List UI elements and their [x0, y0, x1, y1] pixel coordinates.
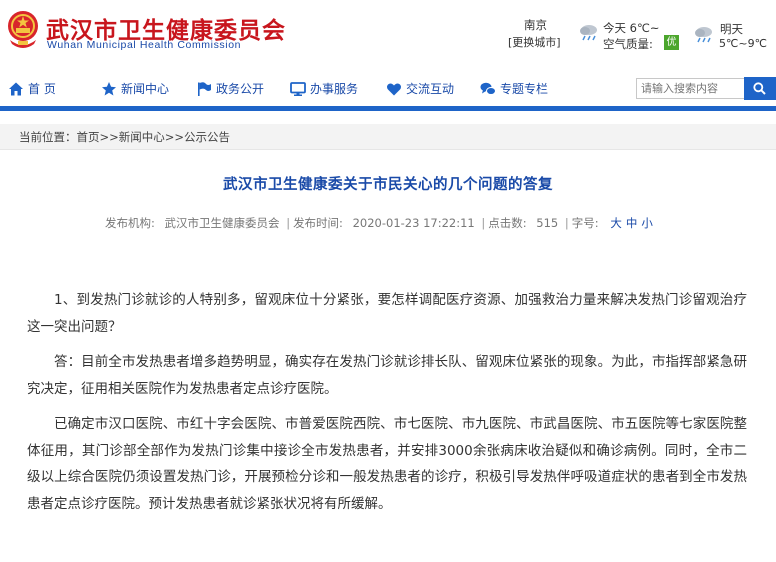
nav-item-label: 办事服务: [310, 82, 359, 96]
breadcrumb[interactable]: 当前位置：首页>>新闻中心>>公示公告: [0, 124, 776, 150]
article-body: 1、到发热门诊就诊的人特别多，留观床位十分紧张，要怎样调配医疗资源、加强救治力量…: [27, 287, 747, 526]
air-quality-badge: 优: [664, 35, 679, 50]
weather-today: 今天 6℃~: [603, 21, 660, 35]
flag-icon: [198, 82, 211, 96]
change-city-link[interactable]: [更换城市]: [508, 34, 561, 50]
font-size-small-link[interactable]: 小: [641, 216, 653, 230]
search-icon: [753, 82, 766, 95]
nav-item-news[interactable]: 新闻中心: [101, 75, 181, 103]
nav-divider: [0, 106, 776, 111]
time-value: 2020-01-23 17:22:11: [352, 216, 475, 230]
article-title: 武汉市卫生健康委关于市民关心的几个问题的答复: [223, 177, 553, 193]
font-size-label: 字号:: [571, 216, 599, 230]
nav-item-label: 首 页: [28, 82, 56, 96]
nav-item-interaction[interactable]: 交流互动: [386, 75, 466, 103]
nav-item-home[interactable]: 首 页: [8, 75, 68, 103]
nav-item-label: 新闻中心: [121, 82, 170, 96]
nav-item-services[interactable]: 办事服务: [290, 75, 370, 103]
nav-item-label: 政务公开: [216, 82, 265, 96]
publisher-label: 发布机构:: [105, 216, 155, 230]
site-header: 武汉市卫生健康委员会 Wuhan Municipal Health Commis…: [0, 0, 776, 70]
clicks-label: 点击数:: [488, 216, 527, 230]
meta-separator: |: [286, 216, 291, 230]
meta-separator: |: [481, 216, 486, 230]
clicks-value: 515: [536, 216, 559, 230]
article-paragraph: 答：目前全市发热患者增多趋势明显，确实存在发热门诊就诊排长队、留观床位紧张的现象…: [27, 354, 747, 397]
weather-tomorrow-temp: 5℃~9℃: [719, 37, 767, 50]
cloud-rain-icon: [695, 27, 712, 43]
search-input[interactable]: [636, 78, 745, 99]
home-icon: [9, 82, 23, 96]
article-meta: 发布机构: 武汉市卫生健康委员会 | 发布时间: 2020-01-23 17:22…: [105, 215, 657, 231]
search-button[interactable]: [744, 77, 776, 100]
publisher-value: 武汉市卫生健康委员会: [164, 216, 280, 230]
site-subtitle: Wuhan Municipal Health Commission: [47, 39, 242, 51]
star-icon: [102, 82, 116, 96]
chat-bubbles-icon: [480, 82, 496, 95]
air-quality-label: 空气质量:: [603, 37, 653, 51]
heart-icon: [387, 83, 401, 96]
monitor-icon: [290, 82, 306, 96]
weather-city: 南京: [524, 18, 547, 32]
nav-item-gov-affairs[interactable]: 政务公开: [196, 75, 276, 103]
font-size-medium-link[interactable]: 中: [626, 216, 638, 230]
nav-item-label: 专题专栏: [500, 82, 549, 96]
article-paragraph: 1、到发热门诊就诊的人特别多，留观床位十分紧张，要怎样调配医疗资源、加强救治力量…: [27, 292, 747, 335]
nav-item-special-topics[interactable]: 专题专栏: [480, 75, 560, 103]
article-paragraph: 已确定市汉口医院、市红十字会医院、市普爱医院西院、市七医院、市九医院、市武昌医院…: [27, 416, 747, 512]
nav-item-label: 交流互动: [406, 82, 455, 96]
font-size-large-link[interactable]: 大: [610, 216, 622, 230]
national-emblem-icon: [8, 11, 38, 48]
time-label: 发布时间:: [293, 216, 343, 230]
weather-tomorrow-label: 明天: [720, 22, 743, 36]
meta-separator: |: [564, 216, 569, 230]
cloud-rain-icon: [580, 25, 597, 41]
